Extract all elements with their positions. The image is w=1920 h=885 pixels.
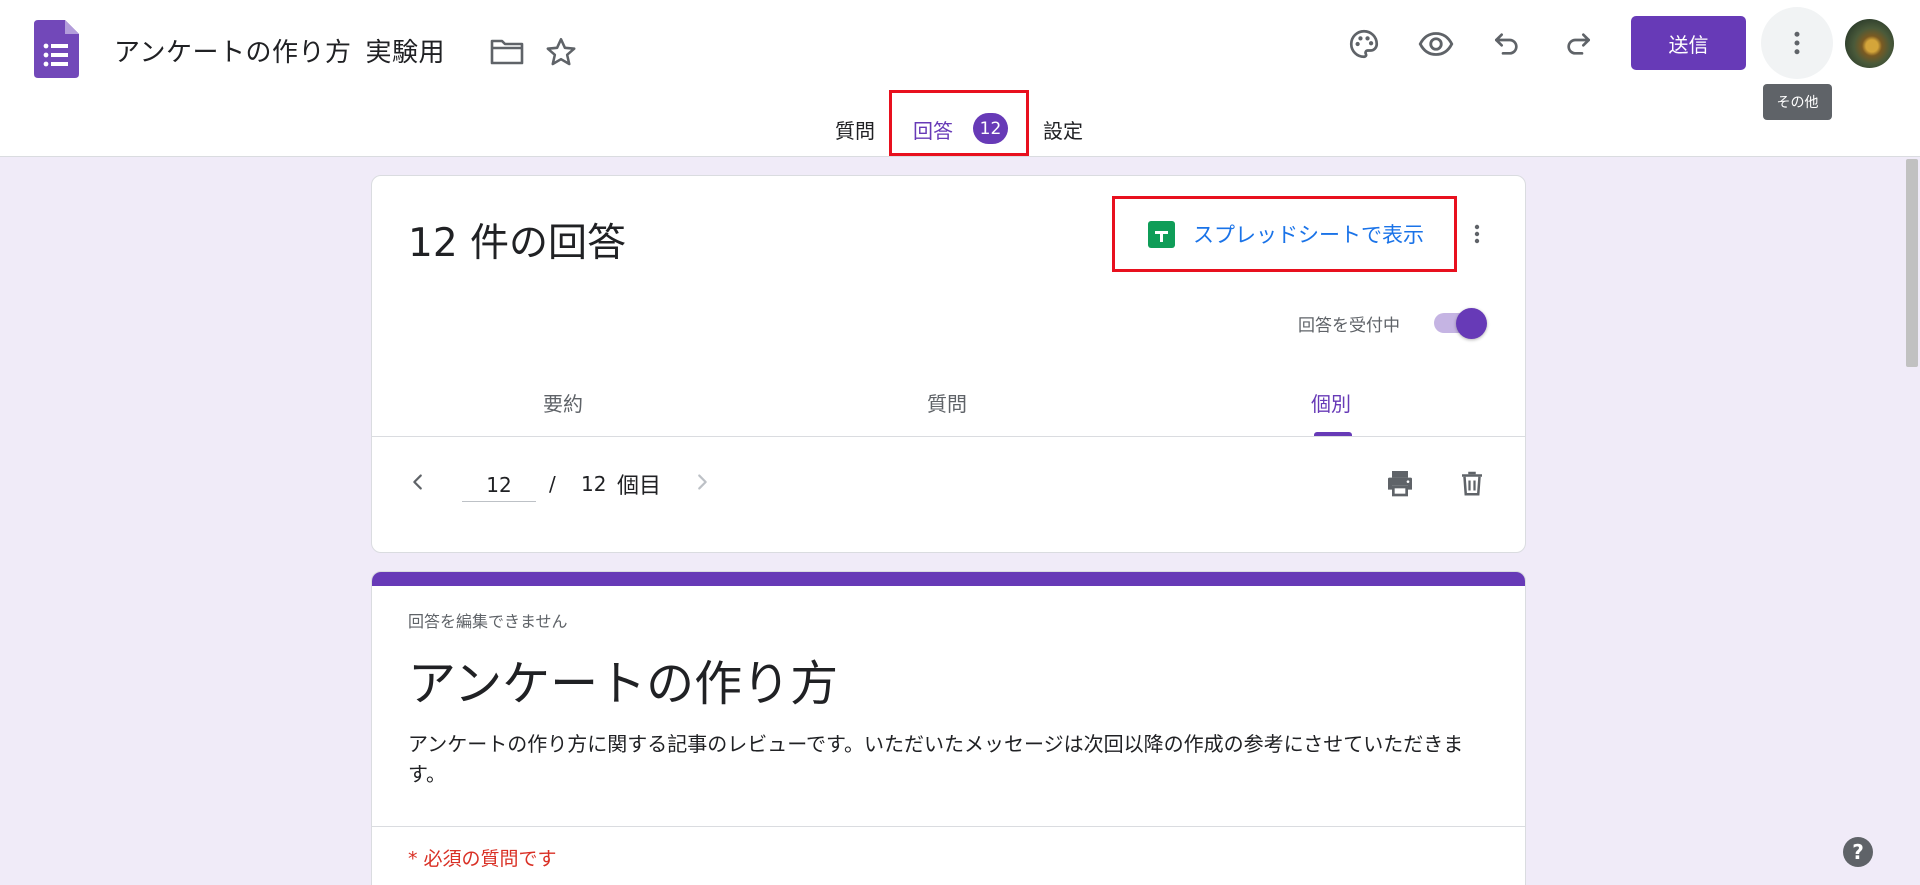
scrollbar-thumb[interactable]	[1906, 159, 1918, 367]
subtab-summary[interactable]: 要約	[543, 388, 583, 417]
document-title-sub[interactable]: 実験用	[365, 38, 445, 68]
delete-icon[interactable]	[1453, 464, 1491, 502]
more-options-button[interactable]	[1761, 7, 1833, 79]
print-icon[interactable]	[1381, 464, 1419, 502]
form-title: アンケートの作り方	[408, 656, 839, 712]
preview-icon[interactable]	[1414, 22, 1458, 66]
response-index-input[interactable]	[462, 469, 536, 502]
responses-menu-button[interactable]	[1465, 216, 1489, 252]
chevron-left-icon	[413, 474, 422, 490]
document-title[interactable]: アンケートの作り方 実験用	[114, 32, 445, 69]
cannot-edit-notice: 回答を編集できません	[408, 612, 568, 631]
next-response-button[interactable]	[686, 466, 718, 498]
responses-tab-highlight-box	[889, 90, 1029, 156]
responses-summary-card: 12 件の回答 スプレッドシートで表示 回答を受付中 要約 質問 個別 / 12…	[371, 175, 1526, 553]
tab-settings[interactable]: 設定	[1043, 115, 1083, 144]
undo-icon[interactable]	[1485, 22, 1529, 66]
accepting-responses-label: 回答を受付中	[1298, 316, 1400, 336]
form-description: アンケートの作り方に関する記事のレビューです。いただいたメッセージは次回以降の作…	[408, 732, 1464, 786]
avatar[interactable]	[1845, 19, 1894, 68]
palette-icon[interactable]	[1342, 22, 1386, 66]
toggle-knob	[1456, 308, 1487, 339]
help-icon[interactable]: ?	[1843, 837, 1873, 867]
response-pager-slash: /	[549, 472, 556, 496]
subtab-question[interactable]: 質問	[927, 388, 967, 417]
form-divider	[372, 826, 1525, 827]
more-vert-icon	[1794, 31, 1800, 55]
tab-questions[interactable]: 質問	[835, 115, 875, 144]
star-icon[interactable]	[543, 34, 579, 70]
responses-count-title: 12 件の回答	[408, 221, 627, 266]
forms-logo-icon[interactable]	[34, 20, 79, 78]
redo-icon[interactable]	[1556, 22, 1600, 66]
page-scrollbar[interactable]	[1904, 157, 1920, 885]
app-header: アンケートの作り方 実験用 送信 その他 質問 回答 12 設定	[0, 0, 1920, 157]
subtab-divider	[372, 436, 1525, 437]
document-title-main[interactable]: アンケートの作り方	[114, 38, 351, 68]
subtab-individual[interactable]: 個別	[1311, 388, 1351, 417]
sheets-link-highlight-box	[1112, 196, 1457, 272]
form-response-card: 回答を編集できません アンケートの作り方 アンケートの作り方に関する記事のレビュ…	[371, 571, 1526, 885]
folder-icon[interactable]	[490, 36, 524, 66]
send-button[interactable]: 送信	[1631, 16, 1746, 70]
required-question-note: * 必須の質問です	[408, 848, 557, 870]
more-vert-icon	[1474, 224, 1480, 244]
response-pager-unit: 個目	[617, 474, 662, 499]
previous-response-button[interactable]	[402, 466, 434, 498]
more-options-tooltip: その他	[1763, 84, 1832, 120]
accepting-responses-toggle[interactable]	[1432, 306, 1490, 339]
chevron-right-icon	[698, 474, 707, 490]
response-total-count: 12	[581, 472, 607, 496]
form-accent-bar	[372, 572, 1525, 586]
